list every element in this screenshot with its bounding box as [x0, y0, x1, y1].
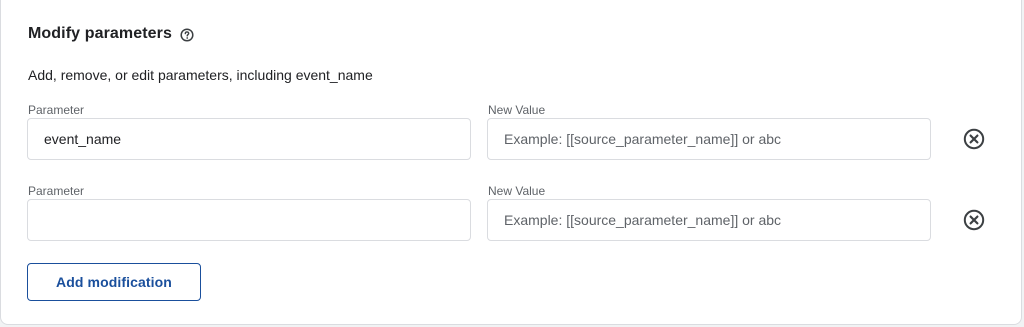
add-modification-button[interactable]: Add modification	[27, 263, 201, 301]
parameter-label: Parameter	[28, 103, 85, 117]
remove-circle-x-icon	[963, 209, 985, 231]
new-value-input[interactable]	[487, 118, 931, 160]
parameter-input[interactable]	[27, 199, 471, 241]
section-description: Add, remove, or edit parameters, includi…	[28, 67, 373, 83]
new-value-input[interactable]	[487, 199, 931, 241]
remove-row-button[interactable]	[962, 127, 986, 151]
parameter-input[interactable]	[27, 118, 471, 160]
remove-circle-x-icon	[963, 128, 985, 150]
new-value-label: New Value	[488, 103, 546, 117]
section-title: Modify parameters	[28, 25, 172, 42]
section-header: Modify parameters	[28, 25, 194, 43]
parameter-label: Parameter	[28, 184, 85, 198]
new-value-label: New Value	[488, 184, 546, 198]
remove-row-button[interactable]	[962, 208, 986, 232]
help-circle-icon[interactable]	[180, 28, 194, 42]
